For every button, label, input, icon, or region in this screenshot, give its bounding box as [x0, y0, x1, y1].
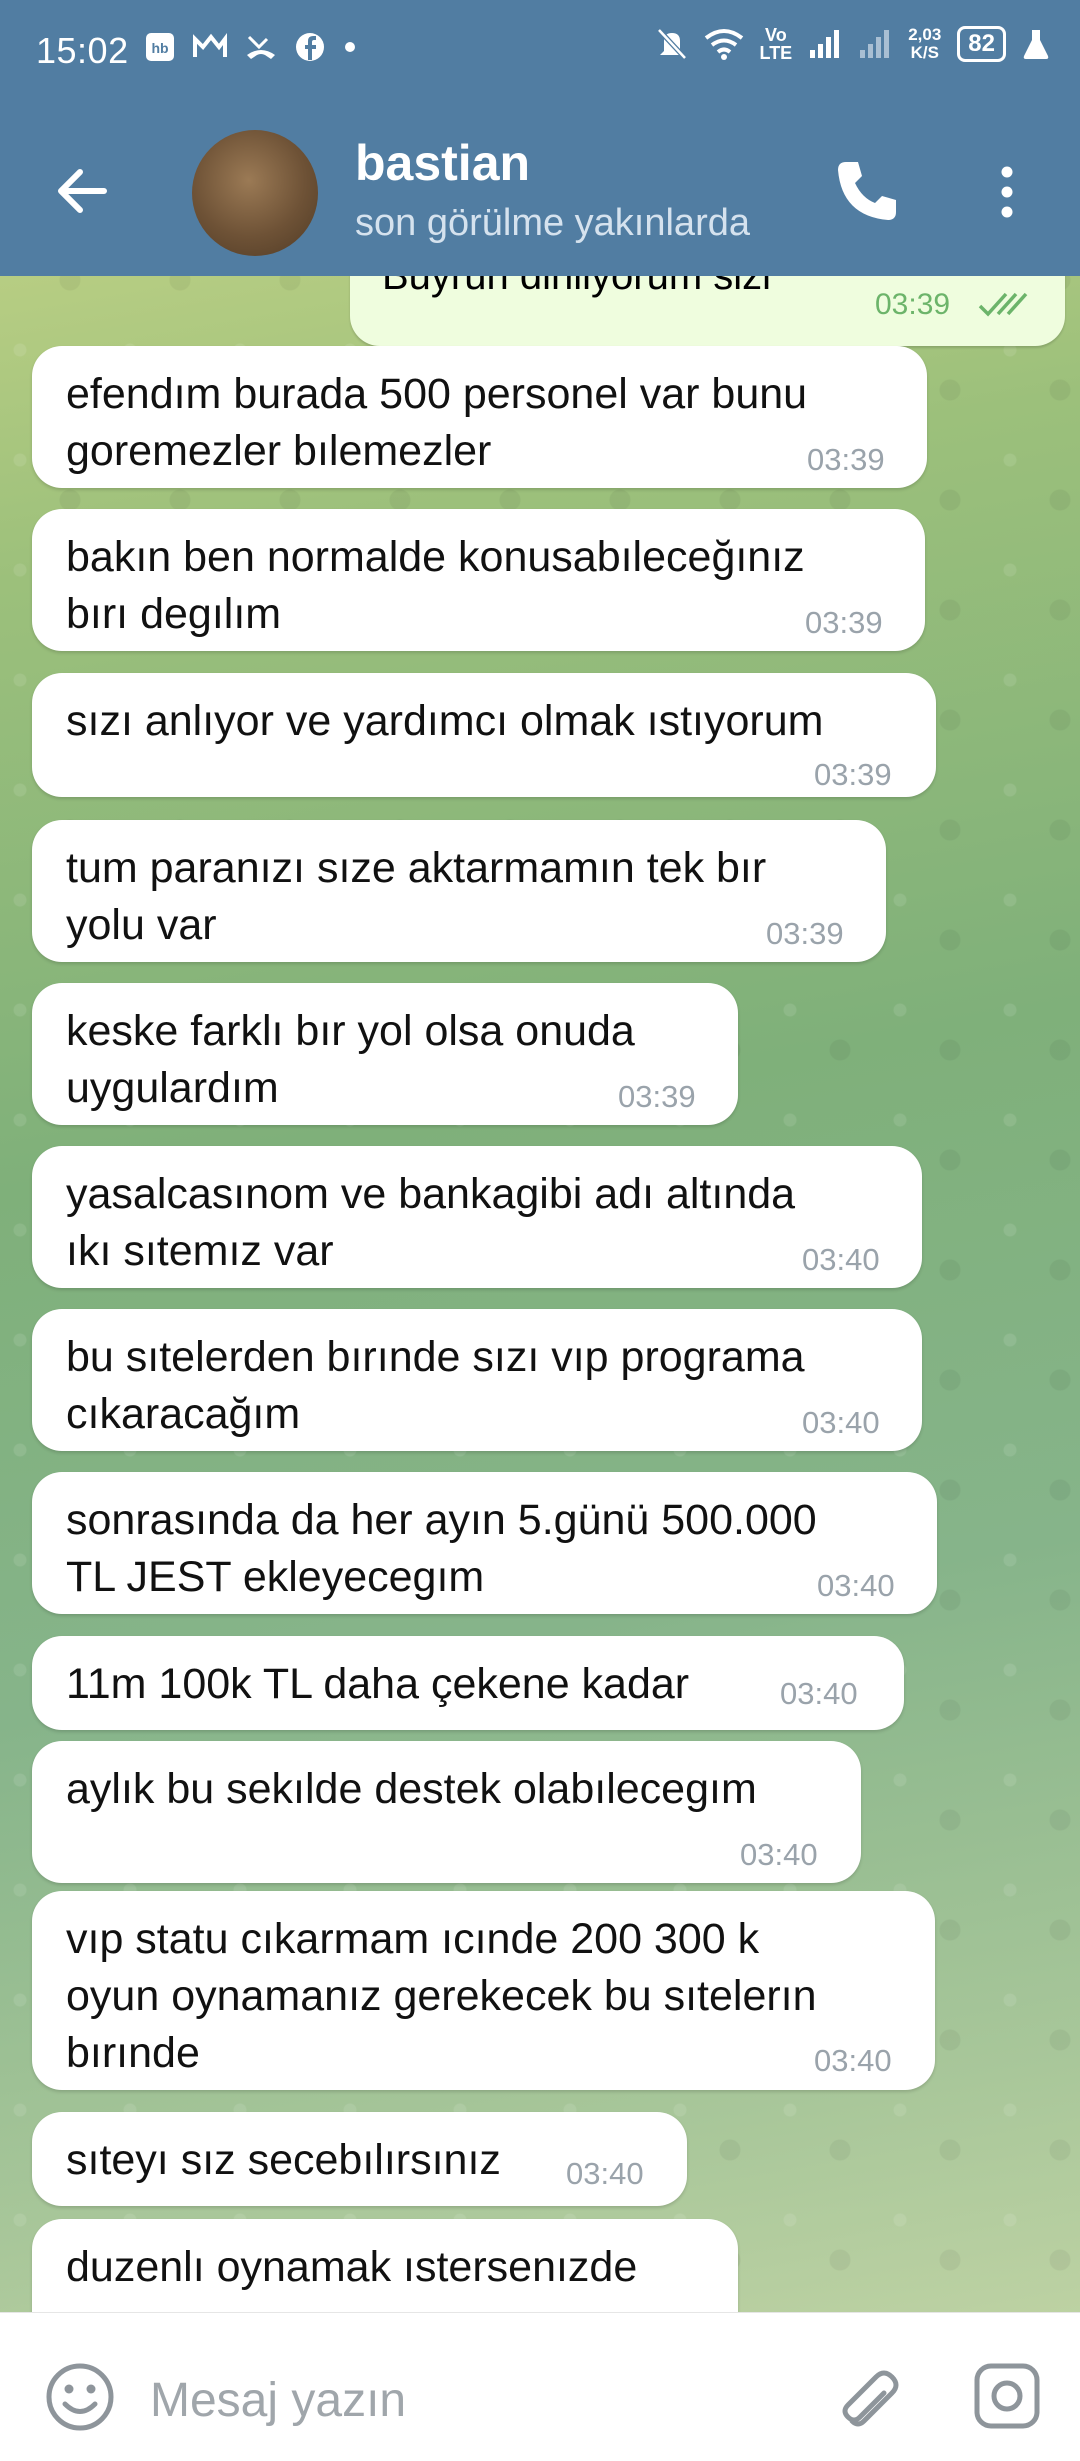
message-text: efendım burada 500 personel var bunu gor… [66, 370, 808, 475]
incoming-message[interactable]: keske farklı bır yol olsa onuda uygulard… [32, 983, 738, 1125]
emoji-icon[interactable] [44, 2361, 116, 2433]
message-text: Buyrun dinliyorum sizi [382, 276, 772, 298]
message-time: 03:40 [802, 1405, 880, 1440]
dot-icon [345, 42, 355, 52]
message-time: 03:40 [814, 2043, 892, 2078]
chat-header: bastian son görülme yakınlarda [0, 106, 1080, 276]
message-time: 03:39 [875, 288, 951, 321]
message-time: 03:40 [740, 1837, 818, 1872]
double-check-icon [978, 292, 1028, 317]
message-text: sıteyı sız secebılırsınız [66, 2136, 501, 2184]
message-input[interactable]: Mesaj yazın [150, 2373, 406, 2428]
volte-icon: Vo LTE [759, 25, 793, 63]
battery-icon: 82 [957, 26, 1006, 62]
incoming-message[interactable]: efendım burada 500 personel var bunu gor… [32, 346, 927, 488]
more-options-icon[interactable] [992, 162, 1022, 222]
message-text: tum paranızı sıze aktarmamın tek bır yol… [66, 844, 767, 949]
facebook-icon [296, 33, 324, 61]
signal-weak-icon [860, 30, 890, 58]
message-text: bu sıtelerden bırınde sızı vıp programa … [66, 1333, 805, 1438]
incoming-message[interactable]: yasalcasınom ve bankagibi adı altında ık… [32, 1146, 922, 1288]
incoming-message[interactable]: sonrasında da her ayın 5.günü 500.000 TL… [32, 1472, 937, 1614]
incoming-message[interactable]: vıp statu cıkarmam ıcınde 200 300 k oyun… [32, 1891, 935, 2090]
phone-icon[interactable] [832, 156, 902, 226]
message-text: aylık bu sekılde destek olabılecegım [66, 1765, 757, 1813]
missed-call-icon [247, 35, 275, 59]
message-text: sonrasında da her ayın 5.günü 500.000 TL… [66, 1496, 817, 1601]
wifi-icon [704, 29, 743, 60]
message-text: 11m 100k TL daha çekene kadar [66, 1660, 690, 1708]
message-time: 03:40 [802, 1242, 880, 1277]
maps-icon [193, 33, 227, 57]
message-time: 03:39 [805, 605, 883, 640]
message-text: duzenlı oynamak ıstersenızde [66, 2243, 638, 2291]
message-text: vıp statu cıkarmam ıcınde 200 300 k oyun… [66, 1915, 817, 2077]
clock: 15:02 [36, 30, 129, 71]
signal-icon [810, 30, 840, 58]
message-text: keske farklı bır yol olsa onuda uygulard… [66, 1007, 635, 1112]
incoming-message[interactable]: sızı anlıyor ve yardımcı olmak ıstıyorum… [32, 673, 936, 797]
message-time: 03:39 [807, 442, 885, 477]
message-time: 03:39 [618, 1079, 696, 1114]
message-text: yasalcasınom ve bankagibi adı altında ık… [66, 1170, 796, 1275]
message-time: 03:39 [766, 916, 844, 951]
message-time: 03:40 [817, 1568, 895, 1603]
system-icons: Vo LTE 2,03 K/S 82 [656, 26, 1050, 62]
status-bar: 15:02 hb Vo LTE 2,03 K/S 82 [0, 0, 1080, 106]
incoming-message[interactable]: sıteyı sız secebılırsınız 03:40 [32, 2112, 687, 2206]
incoming-message[interactable]: aylık bu sekılde destek olabılecegım 03:… [32, 1741, 861, 1883]
incoming-message[interactable]: bakın ben normalde konusabıleceğınız bır… [32, 509, 925, 651]
avatar[interactable] [192, 130, 318, 256]
outgoing-message[interactable]: Buyrun dinliyorum sizi 03:39 [350, 276, 1065, 346]
mute-icon [656, 28, 687, 60]
camera-icon[interactable] [972, 2361, 1042, 2431]
message-time: 03:40 [780, 1676, 858, 1711]
incoming-message[interactable]: bu sıtelerden bırınde sızı vıp programa … [32, 1309, 922, 1451]
network-speed: 2,03 K/S [908, 25, 942, 62]
hb-app-icon: hb [146, 33, 174, 61]
message-time: 03:40 [566, 2156, 644, 2191]
incoming-message[interactable]: duzenlı oynamak ıstersenızde [32, 2219, 738, 2312]
back-arrow-icon[interactable] [52, 161, 112, 221]
message-text: sızı anlıyor ve yardımcı olmak ıstıyorum [66, 697, 824, 745]
incoming-message[interactable]: tum paranızı sıze aktarmamın tek bır yol… [32, 820, 886, 962]
message-input-bar: Mesaj yazın [0, 2312, 1080, 2461]
svg-text:hb: hb [151, 40, 168, 56]
last-seen-status: son görülme yakınlarda [355, 202, 750, 244]
message-time: 03:39 [814, 757, 892, 792]
message-list[interactable]: Buyrun dinliyorum sizi 03:39 efendım bur… [0, 276, 1080, 2312]
incoming-message[interactable]: 11m 100k TL daha çekene kadar 03:40 [32, 1636, 904, 1730]
message-text: bakın ben normalde konusabıleceğınız bır… [66, 533, 805, 638]
contact-name[interactable]: bastian [355, 134, 530, 192]
paperclip-icon[interactable] [830, 2359, 902, 2431]
flask-icon [1023, 30, 1049, 59]
notification-icons: hb [145, 32, 357, 62]
